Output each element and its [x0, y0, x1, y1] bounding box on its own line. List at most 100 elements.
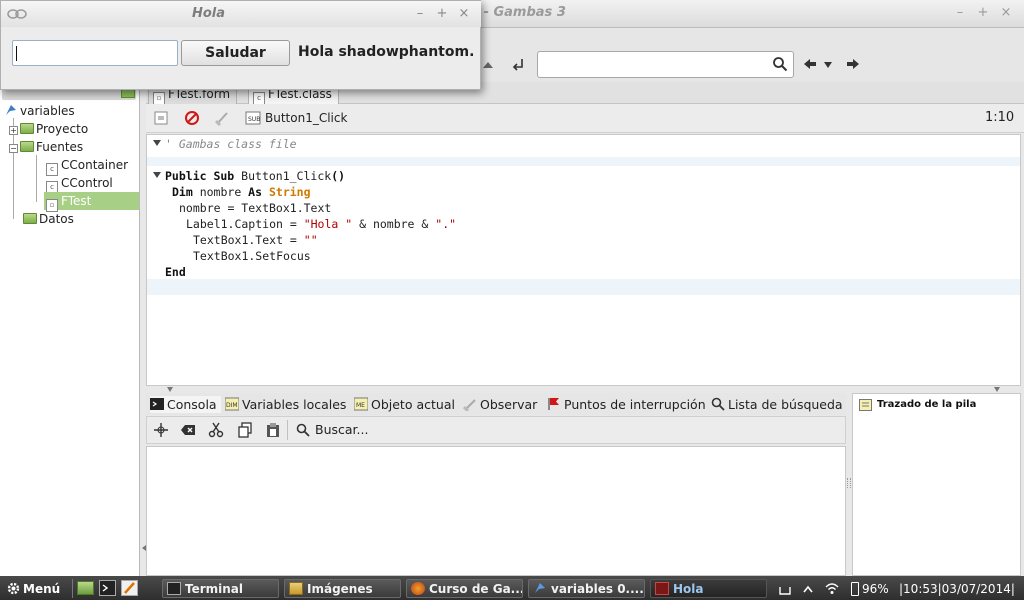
stack-trace-title: Trazado de la pila [877, 399, 977, 410]
tab-observar[interactable]: Observar [463, 396, 537, 413]
name-textbox[interactable] [12, 40, 178, 66]
fold-arrow-icon[interactable] [153, 139, 161, 147]
tree-item-ccontainer[interactable]: c CContainer [46, 156, 129, 176]
tab-label: Objeto actual [371, 397, 455, 412]
task-curso-gambas[interactable]: Curso de Ga... [406, 579, 523, 598]
task-terminal[interactable]: Terminal [162, 579, 279, 598]
gambas-icon [533, 582, 547, 595]
broom-icon[interactable] [214, 110, 230, 126]
saludar-button[interactable]: Saludar [181, 40, 290, 66]
tree-item-label: Fuentes [36, 140, 84, 154]
svg-text:SUB: SUB [248, 116, 260, 123]
task-hola[interactable]: Hola [650, 579, 767, 598]
folder-icon [20, 123, 34, 134]
step-up-icon[interactable] [481, 58, 495, 72]
file-manager-launcher-icon[interactable] [77, 581, 94, 595]
hola-close-button[interactable]: × [456, 6, 472, 22]
tree-item-proyecto[interactable]: + Proyecto [9, 120, 88, 138]
cursor-position: 1:10 [985, 110, 1015, 125]
expand-plus-icon[interactable]: + [9, 126, 18, 135]
console-output[interactable] [146, 446, 846, 576]
tab-label: Puntos de interrupción [564, 397, 706, 412]
line-separator-band [147, 157, 1020, 166]
tab-label: Variables locales [242, 397, 347, 412]
task-label: Curso de Ga... [429, 582, 523, 596]
panel-splitter-handle[interactable] [847, 478, 851, 488]
view-form-icon[interactable] [153, 110, 169, 126]
app-menu-icon[interactable] [7, 8, 27, 20]
ide-search-input[interactable] [537, 51, 794, 78]
tab-variables-locales[interactable]: DIM Variables locales [225, 396, 346, 413]
watch-icon [463, 397, 477, 411]
ide-minimize-button[interactable]: – [952, 5, 968, 21]
gear-icon[interactable] [6, 581, 21, 596]
tree-root-variables[interactable]: variables [4, 102, 75, 120]
tree-item-label: FTest [61, 194, 92, 208]
hola-minimize-button[interactable]: – [412, 6, 428, 22]
splitter-arrow-icon[interactable] [994, 387, 1000, 392]
code-line-dim: Dim nombre As String [172, 185, 311, 199]
terminal-launcher-icon[interactable] [99, 580, 116, 596]
code-line-assign-nombre: nombre = TextBox1.Text [179, 201, 332, 215]
battery-icon[interactable] [851, 582, 859, 596]
task-label: variables 0.... [551, 582, 644, 596]
back-arrow-icon[interactable] [803, 58, 817, 70]
tree-item-label: CContainer [61, 158, 129, 172]
code-comment-line: ' Gambas class file [165, 137, 297, 151]
tree-item-label: Proyecto [36, 122, 89, 136]
procedure-selector[interactable]: Button1_Click [265, 111, 347, 125]
current-line-highlight [147, 279, 1020, 295]
tree-guide-line [36, 155, 37, 202]
folder-icon [20, 141, 34, 152]
dim-icon: DIM [225, 397, 239, 411]
folder-icon [289, 582, 303, 595]
task-imagenes[interactable]: Imágenes [284, 579, 401, 598]
flag-icon [547, 397, 561, 411]
greeting-label: Hola shadowphantom. [298, 44, 475, 60]
folder-icon [23, 213, 37, 224]
collapse-minus-icon[interactable]: − [9, 144, 18, 153]
editor-launcher-icon[interactable] [121, 580, 138, 596]
copy-icon[interactable] [237, 422, 253, 438]
tab-consola[interactable]: Consola [150, 396, 221, 413]
search-icon[interactable] [296, 423, 310, 437]
return-icon[interactable] [510, 57, 526, 73]
tab-puntos-interrupcion[interactable]: Puntos de interrupción [547, 396, 706, 413]
chevron-up-icon[interactable] [802, 583, 814, 595]
task-label: Imágenes [307, 582, 373, 596]
task-variables[interactable]: variables 0.... [528, 579, 645, 598]
move-icon[interactable] [153, 422, 169, 438]
paste-icon[interactable] [265, 422, 281, 438]
stop-icon[interactable] [184, 110, 200, 126]
start-menu-button[interactable]: Menú [23, 580, 60, 598]
tree-root-label: variables [20, 104, 75, 118]
clock[interactable]: |10:53|03/07/2014| [899, 580, 1015, 598]
ide-close-button[interactable]: × [998, 5, 1014, 21]
show-desktop-icon[interactable] [779, 583, 791, 595]
wifi-icon[interactable] [825, 582, 839, 595]
tree-item-ftest[interactable]: ▫ FTest [44, 192, 139, 212]
tree-item-label: Datos [39, 212, 74, 226]
tab-objeto-actual[interactable]: ME Objeto actual [354, 396, 455, 413]
splitter-arrow-icon[interactable] [167, 387, 173, 392]
search-icon[interactable] [772, 56, 788, 72]
forward-arrow-icon[interactable] [846, 58, 860, 70]
tree-item-datos[interactable]: Datos [23, 210, 74, 228]
tree-item-ccontrol[interactable]: c CControl [46, 174, 113, 194]
tree-item-label: CControl [61, 176, 113, 190]
hola-maximize-button[interactable]: + [434, 6, 450, 22]
console-search-button[interactable]: Buscar... [315, 422, 368, 437]
svg-text:DIM: DIM [226, 402, 238, 409]
sub-procedure-icon[interactable]: SUB [245, 110, 261, 126]
svg-text:ME: ME [356, 402, 365, 409]
tab-lista-busqueda[interactable]: Lista de búsqueda [711, 396, 843, 413]
cut-icon[interactable] [208, 422, 224, 438]
clear-icon[interactable] [180, 422, 196, 438]
tree-item-fuentes[interactable]: − Fuentes [9, 138, 83, 156]
ide-maximize-button[interactable]: + [975, 5, 991, 21]
hola-titlebar[interactable] [1, 1, 481, 27]
firefox-icon [411, 582, 425, 595]
history-dropdown-icon[interactable] [823, 60, 833, 70]
fold-arrow-icon[interactable] [153, 171, 161, 179]
code-line-end: End [165, 265, 186, 279]
